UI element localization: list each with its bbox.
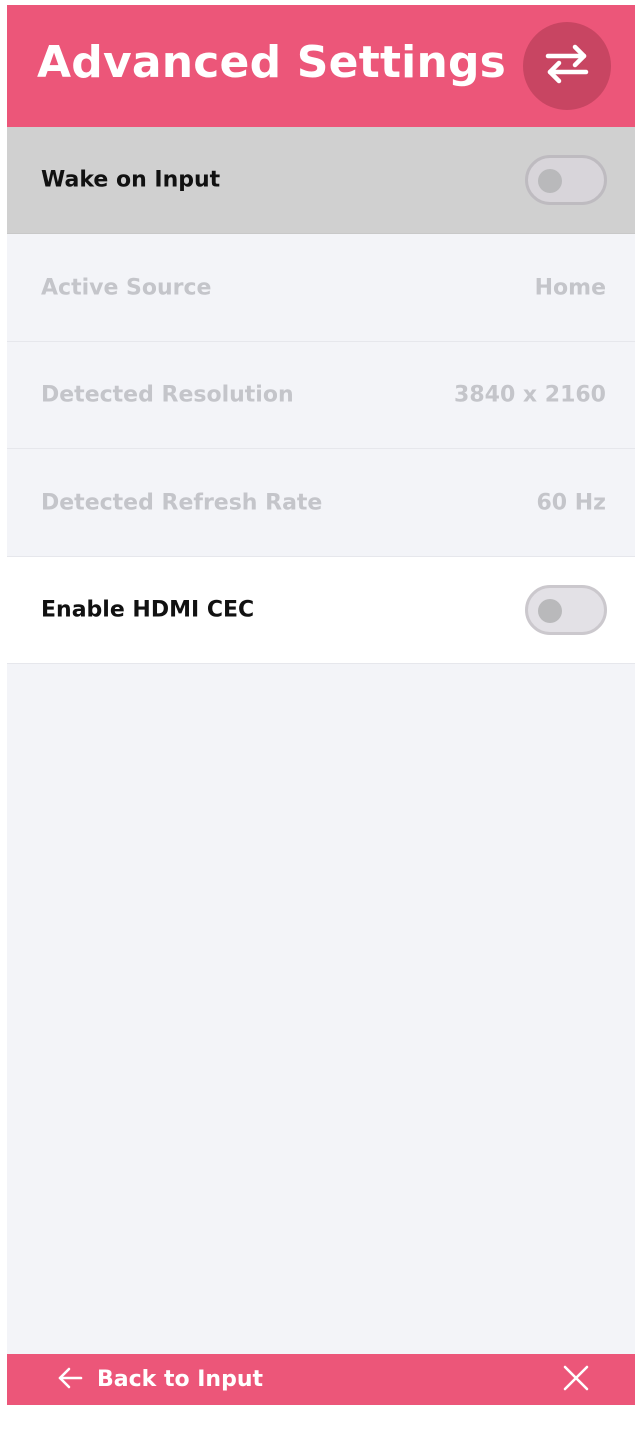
swap-arrows-icon — [544, 44, 590, 88]
detected-resolution-value: 3840 x 2160 — [454, 382, 606, 408]
enable-hdmi-cec-toggle[interactable] — [525, 585, 607, 635]
setting-row-detected-refresh-rate: Detected Refresh Rate 60 Hz — [7, 450, 635, 557]
toggle-knob — [538, 169, 562, 193]
close-button[interactable] — [558, 1362, 594, 1398]
detected-resolution-label: Detected Resolution — [41, 382, 294, 408]
wake-on-input-toggle[interactable] — [525, 155, 607, 205]
back-to-input-button[interactable]: Back to Input — [57, 1354, 263, 1405]
footer-bar: Back to Input — [7, 1354, 635, 1405]
setting-row-enable-hdmi-cec[interactable]: Enable HDMI CEC — [7, 557, 635, 664]
detected-refresh-rate-value: 60 Hz — [536, 490, 607, 516]
wake-on-input-label: Wake on Input — [41, 167, 221, 193]
back-to-input-label: Back to Input — [97, 1367, 264, 1392]
active-source-value: Home — [534, 275, 606, 301]
arrow-left-icon — [57, 1367, 83, 1393]
close-icon — [563, 1365, 589, 1395]
toggle-knob — [538, 599, 562, 623]
setting-row-active-source: Active Source Home — [7, 235, 635, 342]
active-source-label: Active Source — [41, 275, 212, 301]
setting-row-wake-on-input[interactable]: Wake on Input — [7, 127, 635, 234]
advanced-settings-panel: Advanced Settings Wake on Input Active S… — [7, 5, 635, 1405]
header-bar: Advanced Settings — [7, 5, 635, 127]
swap-button[interactable] — [523, 22, 611, 110]
page-title: Advanced Settings — [37, 37, 507, 88]
detected-refresh-rate-label: Detected Refresh Rate — [41, 490, 323, 516]
setting-row-detected-resolution: Detected Resolution 3840 x 2160 — [7, 342, 635, 449]
enable-hdmi-cec-label: Enable HDMI CEC — [41, 597, 255, 623]
